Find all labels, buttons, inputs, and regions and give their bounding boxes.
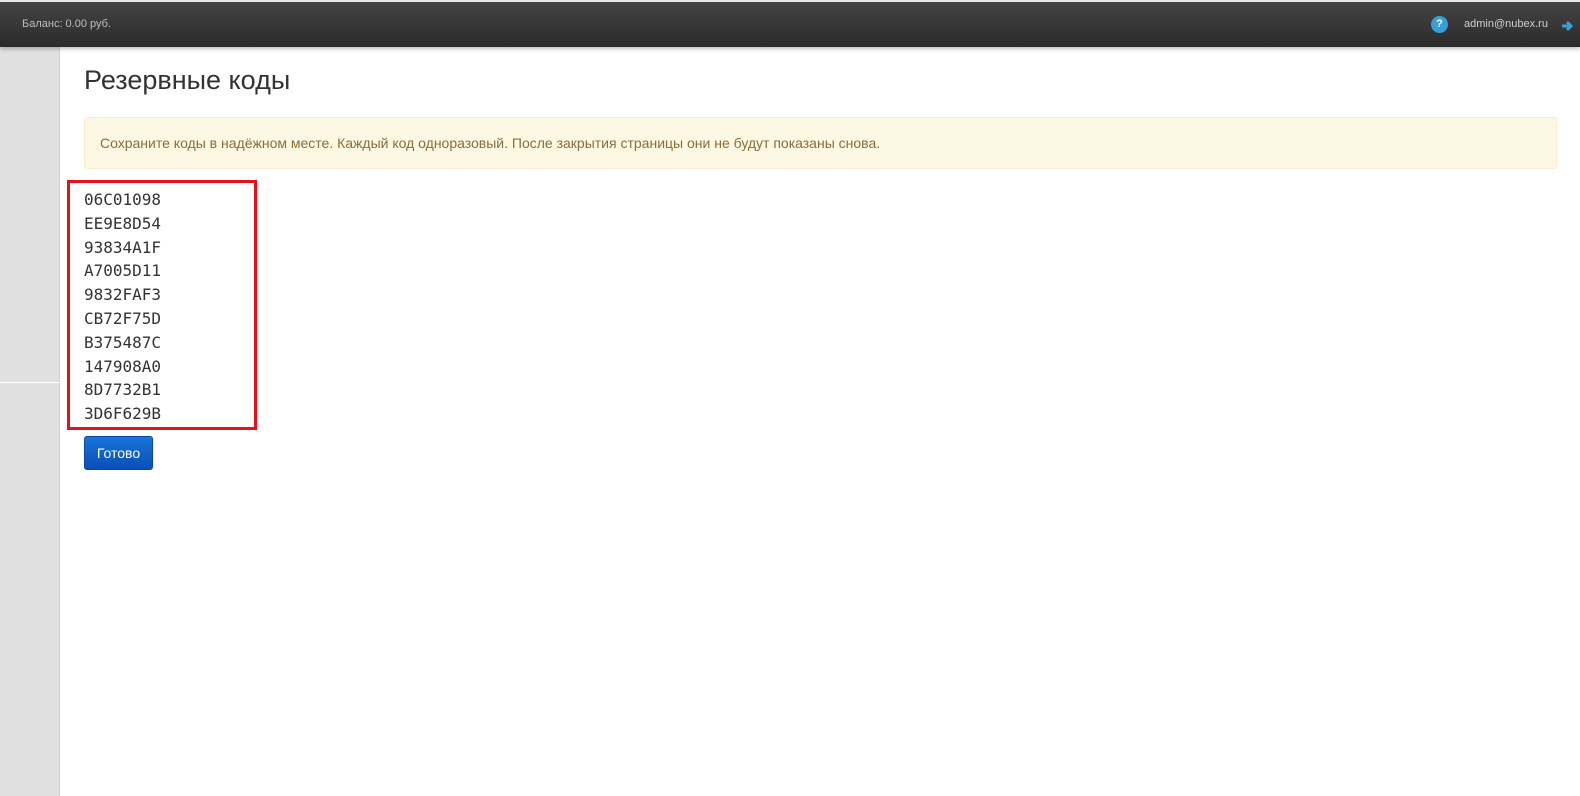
main-content: Резервные коды Сохраните коды в надёжном… <box>61 47 1580 796</box>
backup-code: B375487C <box>84 332 162 352</box>
backup-code: 06C01098 <box>84 190 162 209</box>
backup-code: 8D7732B1 <box>84 380 162 400</box>
done-button[interactable]: Готово <box>84 436 153 470</box>
user-email-link[interactable]: admin@nubex.ru <box>1464 18 1548 30</box>
sidebar <box>0 47 60 796</box>
logout-icon[interactable] <box>1560 17 1580 35</box>
backup-code: 3D6F629B <box>84 404 162 424</box>
backup-codes-list: 06C01098 EE9E8D54 93834A1F A7005D11 9832… <box>84 188 161 426</box>
balance-label: Баланс: 0.00 руб. <box>22 18 111 30</box>
help-icon[interactable]: ? <box>1431 16 1448 33</box>
page-title: Резервные коды <box>84 65 291 95</box>
backup-code: 9832FAF3 <box>84 285 162 305</box>
backup-code: 93834A1F <box>84 237 162 257</box>
backup-code: CB72F75D <box>84 308 162 328</box>
sidebar-divider <box>0 382 60 383</box>
backup-code: EE9E8D54 <box>84 213 162 233</box>
backup-code: A7005D11 <box>84 261 162 281</box>
backup-code: 147908A0 <box>84 356 162 376</box>
warning-alert: Сохраните коды в надёжном месте. Каждый … <box>84 117 1557 169</box>
top-navbar: Баланс: 0.00 руб. ? admin@nubex.ru <box>0 0 1580 47</box>
